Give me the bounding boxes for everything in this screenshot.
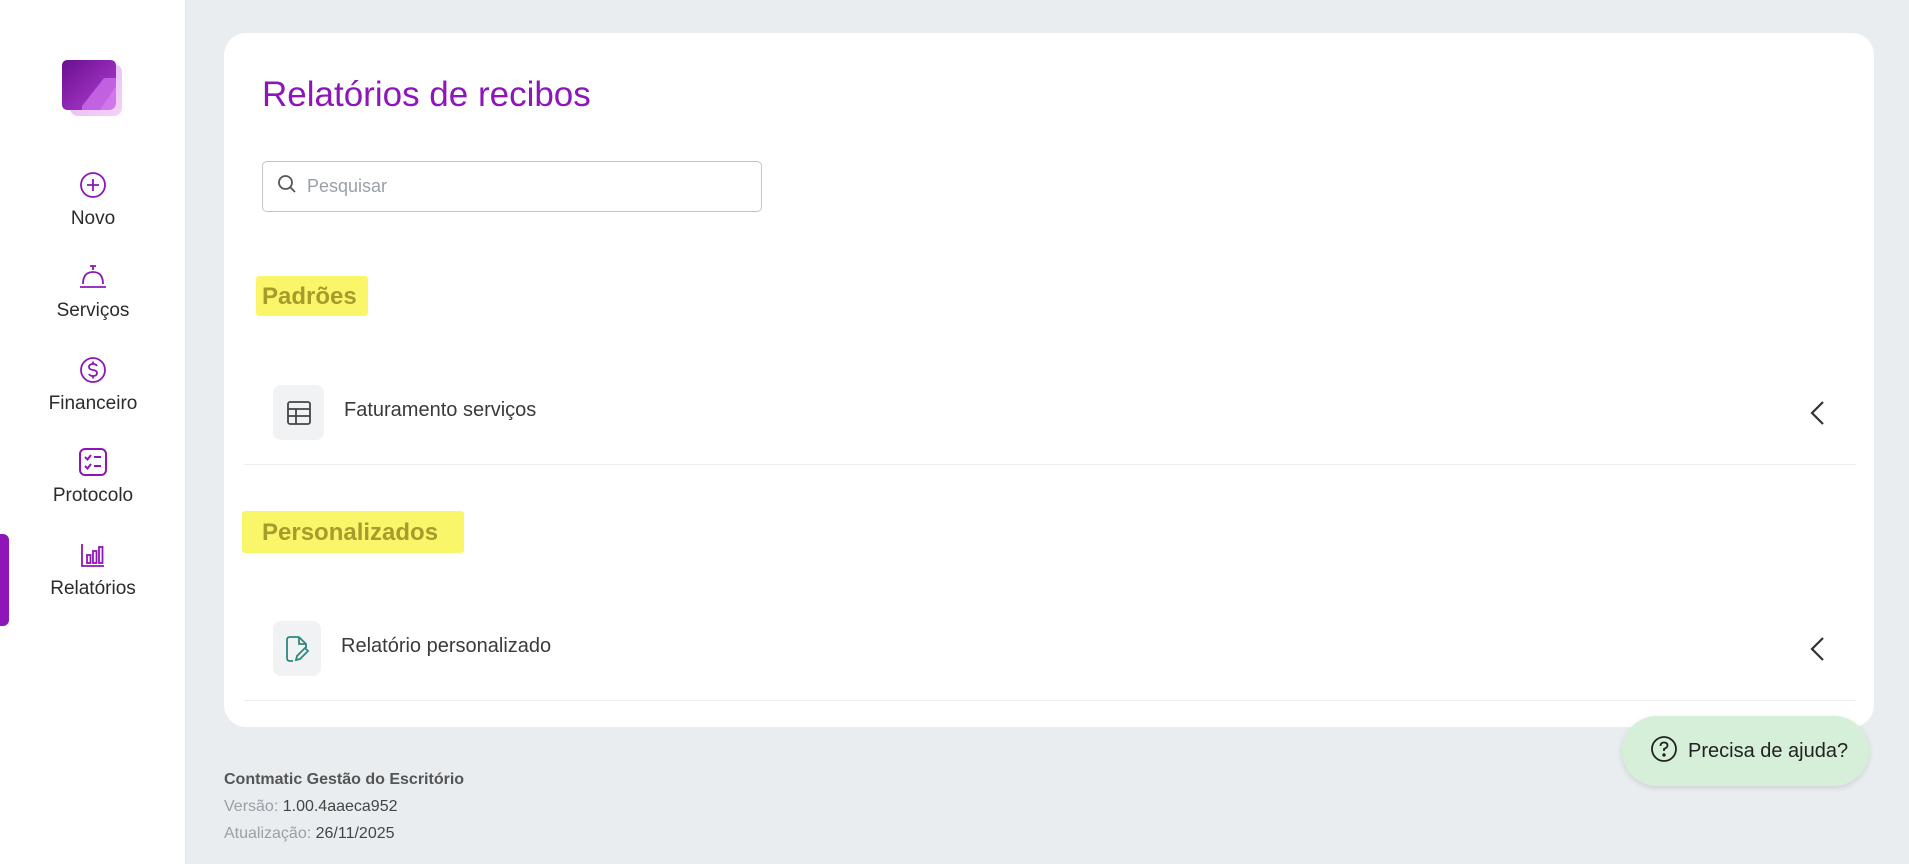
- chevron-left-icon[interactable]: [1806, 399, 1830, 427]
- search-input[interactable]: [307, 176, 737, 197]
- sidebar-item-label: Relatórios: [50, 578, 136, 599]
- sidebar-item-label: Protocolo: [52, 485, 134, 506]
- update-label: Atualização:: [224, 825, 312, 842]
- service-bell-icon: [78, 262, 108, 292]
- sidebar-item-novo[interactable]: Novo: [0, 170, 186, 250]
- sidebar-item-financeiro[interactable]: Financeiro: [0, 355, 186, 435]
- report-row-faturamento-servicos[interactable]: Faturamento serviços: [244, 361, 1856, 465]
- sidebar-item-label: Novo: [70, 208, 116, 229]
- report-row-relatorio-personalizado[interactable]: Relatório personalizado: [244, 597, 1856, 701]
- sidebar-item-label: Serviços: [56, 300, 130, 321]
- file-edit-icon: [273, 621, 321, 676]
- sidebar-item-relatorios[interactable]: Relatórios: [0, 534, 186, 626]
- version-value: 1.00.4aaeca952: [282, 798, 398, 815]
- table-icon: [273, 385, 324, 440]
- sidebar-item-protocolo[interactable]: Protocolo: [0, 447, 186, 527]
- section-title-personalizados: Personalizados: [262, 519, 439, 546]
- app-logo[interactable]: [60, 58, 124, 118]
- search-icon: [277, 174, 297, 199]
- sidebar: Novo Serviços Financeiro Protocolo Relat…: [0, 0, 186, 864]
- dollar-circle-icon: [78, 355, 108, 385]
- main-card: Relatórios de recibos Padrões Faturament…: [224, 33, 1874, 727]
- app-footer: Contmatic Gestão do Escritório Versão: 1…: [224, 766, 464, 847]
- sidebar-item-servicos[interactable]: Serviços: [0, 262, 186, 342]
- page-title: Relatórios de recibos: [262, 75, 591, 114]
- version-line: Versão: 1.00.4aaeca952: [224, 793, 464, 820]
- sidebar-item-label: Financeiro: [48, 393, 138, 414]
- version-label: Versão:: [224, 798, 279, 815]
- question-circle-icon: [1650, 735, 1678, 768]
- update-line: Atualização: 26/11/2025: [224, 820, 464, 847]
- update-value: 26/11/2025: [315, 825, 395, 842]
- search-box: [262, 161, 762, 212]
- section-title-padroes: Padrões: [262, 283, 357, 310]
- help-label: Precisa de ajuda?: [1688, 739, 1849, 762]
- checklist-icon: [78, 447, 108, 477]
- bar-chart-icon: [78, 540, 108, 570]
- report-label: Relatório personalizado: [341, 635, 552, 657]
- product-name: Contmatic Gestão do Escritório: [224, 771, 465, 788]
- plus-circle-icon: [78, 170, 108, 200]
- report-label: Faturamento serviços: [344, 399, 537, 421]
- chevron-left-icon[interactable]: [1806, 635, 1830, 663]
- help-button[interactable]: Precisa de ajuda?: [1622, 716, 1869, 786]
